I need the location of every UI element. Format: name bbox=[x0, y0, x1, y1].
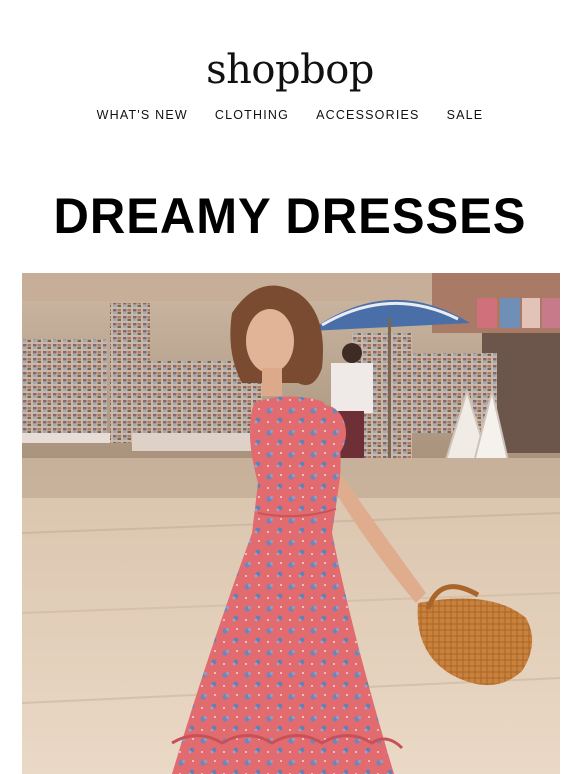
main-navigation: WHAT'S NEW CLOTHING ACCESSORIES SALE bbox=[0, 106, 580, 124]
promo-headline: DREAMY DRESSES bbox=[53, 188, 527, 244]
nav-accessories[interactable]: ACCESSORIES bbox=[316, 106, 420, 124]
nav-whats-new[interactable]: WHAT'S NEW bbox=[97, 106, 188, 124]
nav-sale[interactable]: SALE bbox=[447, 106, 484, 124]
nav-clothing[interactable]: CLOTHING bbox=[215, 106, 289, 124]
shopbop-logo[interactable]: shopbop bbox=[0, 42, 580, 98]
hero-image[interactable] bbox=[22, 273, 560, 774]
hero-photo-illustration bbox=[22, 273, 560, 774]
